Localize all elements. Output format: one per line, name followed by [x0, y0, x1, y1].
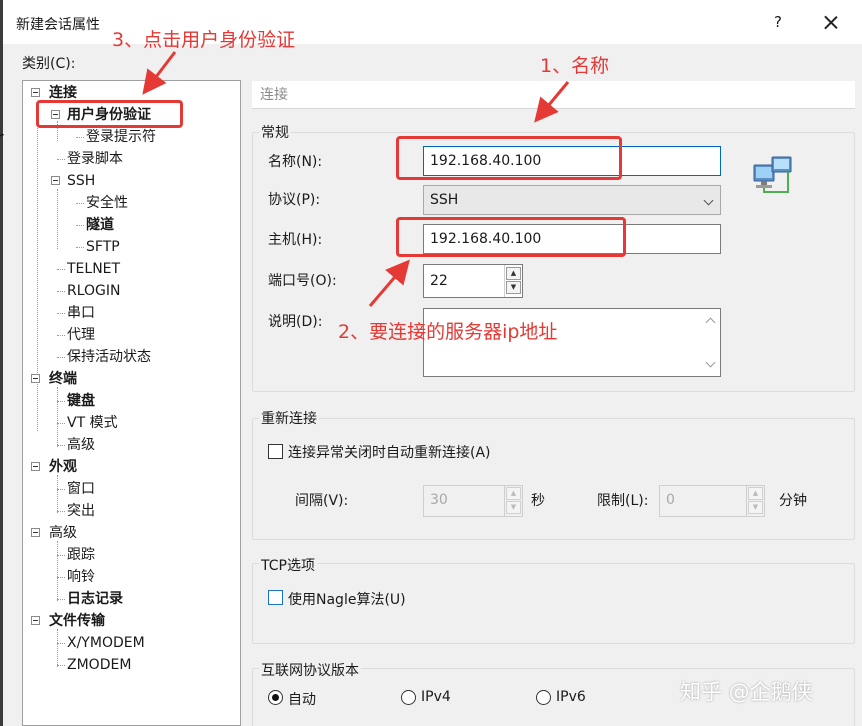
watermark: 知乎 @企鹅侠 — [680, 680, 813, 704]
arrow-step1 — [534, 81, 570, 123]
annotation-arrows — [142, 51, 570, 307]
arrow-step3 — [142, 51, 177, 95]
arrow-step2 — [368, 259, 410, 307]
